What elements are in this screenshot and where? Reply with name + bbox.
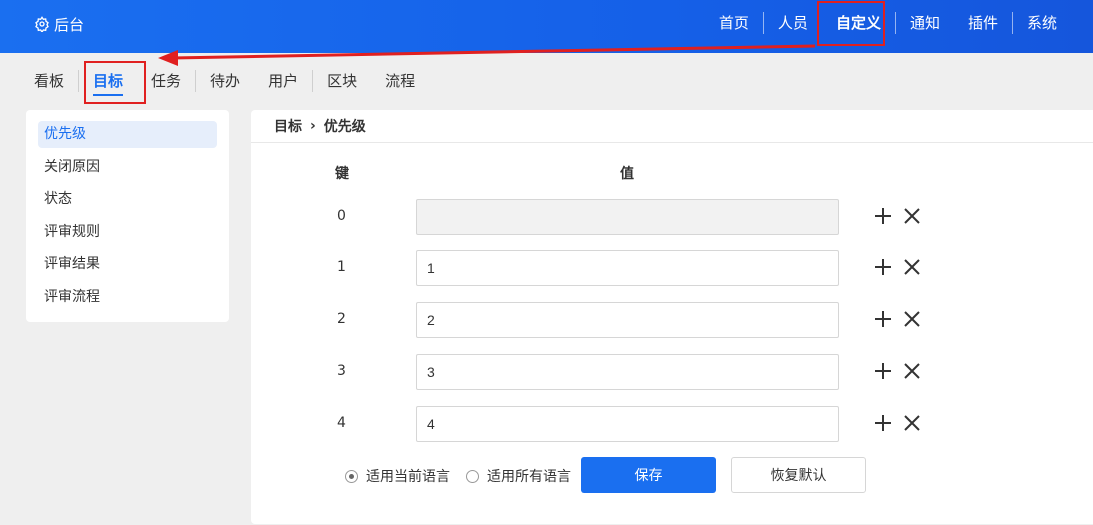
- row-value-input[interactable]: [416, 250, 839, 286]
- sidebar: 优先级 关闭原因 状态 评审规则 评审结果 评审流程: [26, 110, 229, 322]
- value-column-header: 值: [620, 166, 634, 182]
- table-row: 3: [251, 354, 1093, 390]
- plus-icon[interactable]: [873, 257, 893, 277]
- row-value-input: [416, 199, 839, 235]
- brand-label: 后台: [54, 15, 85, 34]
- brand[interactable]: 后台: [34, 14, 84, 34]
- close-icon[interactable]: [902, 361, 922, 381]
- sidebar-item-priority[interactable]: 优先级: [38, 121, 217, 148]
- top-navbar: 后台 首页 人员 自定义 通知 插件 系统: [0, 0, 1093, 53]
- top-nav: 首页 人员 自定义 通知 插件 系统: [705, 0, 1071, 46]
- topnav-custom[interactable]: 自定义: [822, 0, 895, 46]
- sub-navbar: 看板 目标 任务 待办 用户 区块 流程: [0, 53, 1093, 109]
- radio-label: 适用当前语言: [366, 469, 450, 485]
- row-key: 1: [337, 259, 346, 275]
- plus-icon[interactable]: [873, 413, 893, 433]
- row-value-input[interactable]: [416, 406, 839, 442]
- sidebar-item-review-results[interactable]: 评审结果: [38, 251, 217, 284]
- radio-current-language[interactable]: 适用当前语言: [345, 466, 450, 486]
- radio-button[interactable]: [466, 469, 479, 483]
- topnav-home[interactable]: 首页: [705, 0, 763, 46]
- save-button[interactable]: 保存: [581, 457, 716, 493]
- sidebar-item-close-reason[interactable]: 关闭原因: [38, 154, 217, 187]
- plus-icon[interactable]: [873, 309, 893, 329]
- subnav-block[interactable]: 区块: [313, 53, 371, 109]
- row-value-input[interactable]: [416, 354, 839, 390]
- table-row: 1: [251, 250, 1093, 286]
- key-column-header: 键: [335, 166, 349, 182]
- breadcrumb: 目标 › 优先级: [251, 110, 1093, 143]
- radio-button[interactable]: [345, 469, 358, 483]
- sidebar-item-review-flow[interactable]: 评审流程: [38, 284, 217, 317]
- breadcrumb-parent[interactable]: 目标: [274, 116, 302, 136]
- subnav-todo[interactable]: 待办: [196, 53, 254, 109]
- row-value-input[interactable]: [416, 302, 839, 338]
- form-actions: 适用当前语言 适用所有语言 保存 恢复默认: [251, 457, 1093, 493]
- subnav-board[interactable]: 看板: [20, 53, 78, 109]
- reset-default-button[interactable]: 恢复默认: [731, 457, 866, 493]
- plus-icon[interactable]: [873, 361, 893, 381]
- table-row: 2: [251, 302, 1093, 338]
- topnav-system[interactable]: 系统: [1013, 0, 1071, 46]
- close-icon[interactable]: [902, 206, 922, 226]
- breadcrumb-current: 优先级: [323, 119, 366, 135]
- gear-icon: [35, 16, 49, 32]
- subnav-flow[interactable]: 流程: [371, 53, 429, 109]
- table-row: 4: [251, 406, 1093, 442]
- row-key: 3: [337, 363, 346, 379]
- row-key: 2: [337, 311, 346, 327]
- radio-all-languages[interactable]: 适用所有语言: [466, 466, 571, 486]
- sidebar-item-review-rules[interactable]: 评审规则: [38, 219, 217, 252]
- close-icon[interactable]: [902, 309, 922, 329]
- close-icon[interactable]: [902, 413, 922, 433]
- row-key: 0: [337, 208, 346, 224]
- row-key: 4: [337, 415, 346, 431]
- sidebar-item-status[interactable]: 状态: [38, 186, 217, 219]
- topnav-notify[interactable]: 通知: [896, 0, 954, 46]
- subnav-user[interactable]: 用户: [254, 53, 312, 109]
- table-row: 0: [251, 199, 1093, 235]
- topnav-people[interactable]: 人员: [764, 0, 822, 46]
- close-icon[interactable]: [902, 257, 922, 277]
- plus-icon[interactable]: [873, 206, 893, 226]
- chevron-right-icon: ›: [310, 118, 316, 134]
- subnav-goal[interactable]: 目标: [79, 53, 137, 109]
- topnav-plugins[interactable]: 插件: [954, 0, 1012, 46]
- radio-label: 适用所有语言: [487, 469, 571, 485]
- subnav-task[interactable]: 任务: [137, 53, 195, 109]
- main-panel: 目标 › 优先级 键 值 0 1 2 3 4 适用当前语言: [251, 110, 1093, 524]
